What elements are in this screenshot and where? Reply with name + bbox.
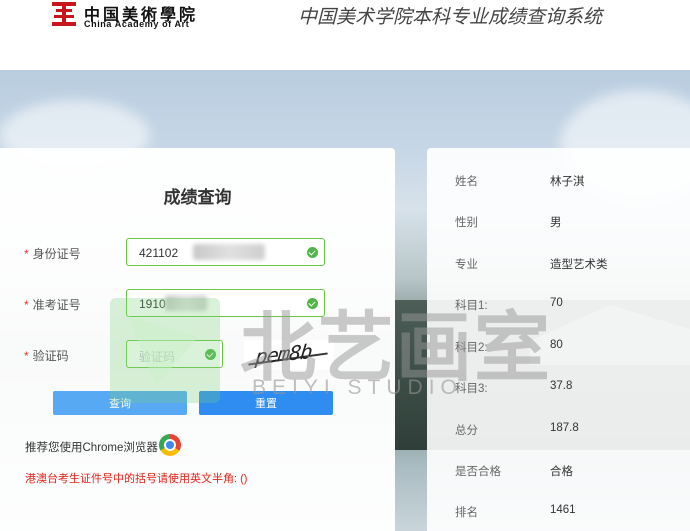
required-marker: * [24, 247, 29, 261]
redacted-blur [165, 295, 207, 311]
result-label: 总分 [455, 425, 478, 437]
result-row: 姓名 林子淇 [427, 170, 690, 190]
header: 中国美術學院 China Academy of Art 中国美术学院本科专业成绩… [0, 0, 690, 70]
exam-number-label-text: 准考证号 [32, 298, 81, 312]
captcha-label-text: 验证码 [32, 349, 69, 363]
result-value: 男 [550, 217, 562, 229]
captcha-label: * 验证码 [24, 347, 69, 364]
id-number-label: * 身份证号 [24, 245, 81, 262]
query-button[interactable]: 查询 [53, 391, 187, 415]
captcha-row: * 验证码 验证码 [0, 340, 395, 370]
result-label: 排名 [455, 507, 478, 519]
result-row: 总分 187.8 [427, 419, 690, 439]
system-title: 中国美术学院本科专业成绩查询系统 [298, 7, 603, 28]
result-label: 姓名 [455, 176, 478, 188]
result-row: 科目2: 80 [427, 336, 690, 356]
result-row: 科目3: 37.8 [427, 377, 690, 397]
chrome-icon [159, 434, 181, 456]
captcha-placeholder: 验证码 [139, 350, 176, 364]
result-value: 80 [550, 339, 563, 351]
reset-button[interactable]: 重置 [199, 391, 333, 415]
result-row: 科目1: 70 [427, 294, 690, 314]
result-label: 科目2: [455, 342, 488, 354]
result-value: 1461 [550, 504, 576, 516]
results-panel: 姓名 林子淇 性别 男 专业 造型艺术类 科目1: 70 科目2: 80 科目3… [427, 148, 690, 531]
result-label: 科目1: [455, 300, 488, 312]
result-row: 性别 男 [427, 211, 690, 231]
captcha-input[interactable]: 验证码 [126, 340, 223, 368]
redacted-blur [193, 244, 265, 260]
result-row: 是否合格 合格 [427, 460, 690, 480]
id-number-row: * 身份证号 421102 [0, 238, 395, 268]
id-number-input[interactable]: 421102 [126, 238, 325, 266]
id-number-label-text: 身份证号 [32, 247, 81, 261]
exam-number-label: * 准考证号 [24, 296, 81, 313]
valid-check-icon [307, 247, 318, 258]
required-marker: * [24, 298, 29, 312]
id-number-value: 421102 [139, 246, 179, 260]
captcha-image-text: pem8b [254, 339, 313, 369]
result-value: 187.8 [550, 422, 579, 434]
exam-number-value: 1910 [139, 297, 166, 311]
exam-number-input[interactable]: 1910 [126, 289, 325, 317]
browser-tip: 推荐您使用Chrome浏览器 [25, 442, 158, 454]
academy-logo[interactable]: 中国美術學院 China Academy of Art [52, 2, 222, 32]
result-value: 合格 [550, 466, 573, 478]
result-label: 专业 [455, 259, 478, 271]
valid-check-icon [307, 298, 318, 309]
query-form-panel: 成绩查询 * 身份证号 421102 * 准考证号 1910 * 验证码 验证码 pe… [0, 148, 395, 531]
academy-emblem-icon [52, 2, 76, 26]
exam-number-row: * 准考证号 1910 [0, 289, 395, 319]
format-warning: 港澳台考生证件号中的括号请使用英文半角: () [25, 473, 248, 485]
captcha-image[interactable]: pem8b [244, 339, 334, 370]
result-row: 排名 1461 [427, 501, 690, 521]
result-row: 专业 造型艺术类 [427, 253, 690, 273]
result-value: 70 [550, 297, 563, 309]
result-label: 科目3: [455, 383, 488, 395]
result-value: 37.8 [550, 380, 573, 392]
result-value: 林子淇 [550, 176, 585, 188]
valid-check-icon [205, 349, 216, 360]
result-value: 造型艺术类 [550, 259, 608, 271]
result-label: 是否合格 [455, 466, 501, 478]
required-marker: * [24, 349, 29, 363]
logo-english-name: China Academy of Art [84, 19, 190, 29]
result-label: 性别 [455, 217, 478, 229]
form-title: 成绩查询 [163, 188, 232, 207]
